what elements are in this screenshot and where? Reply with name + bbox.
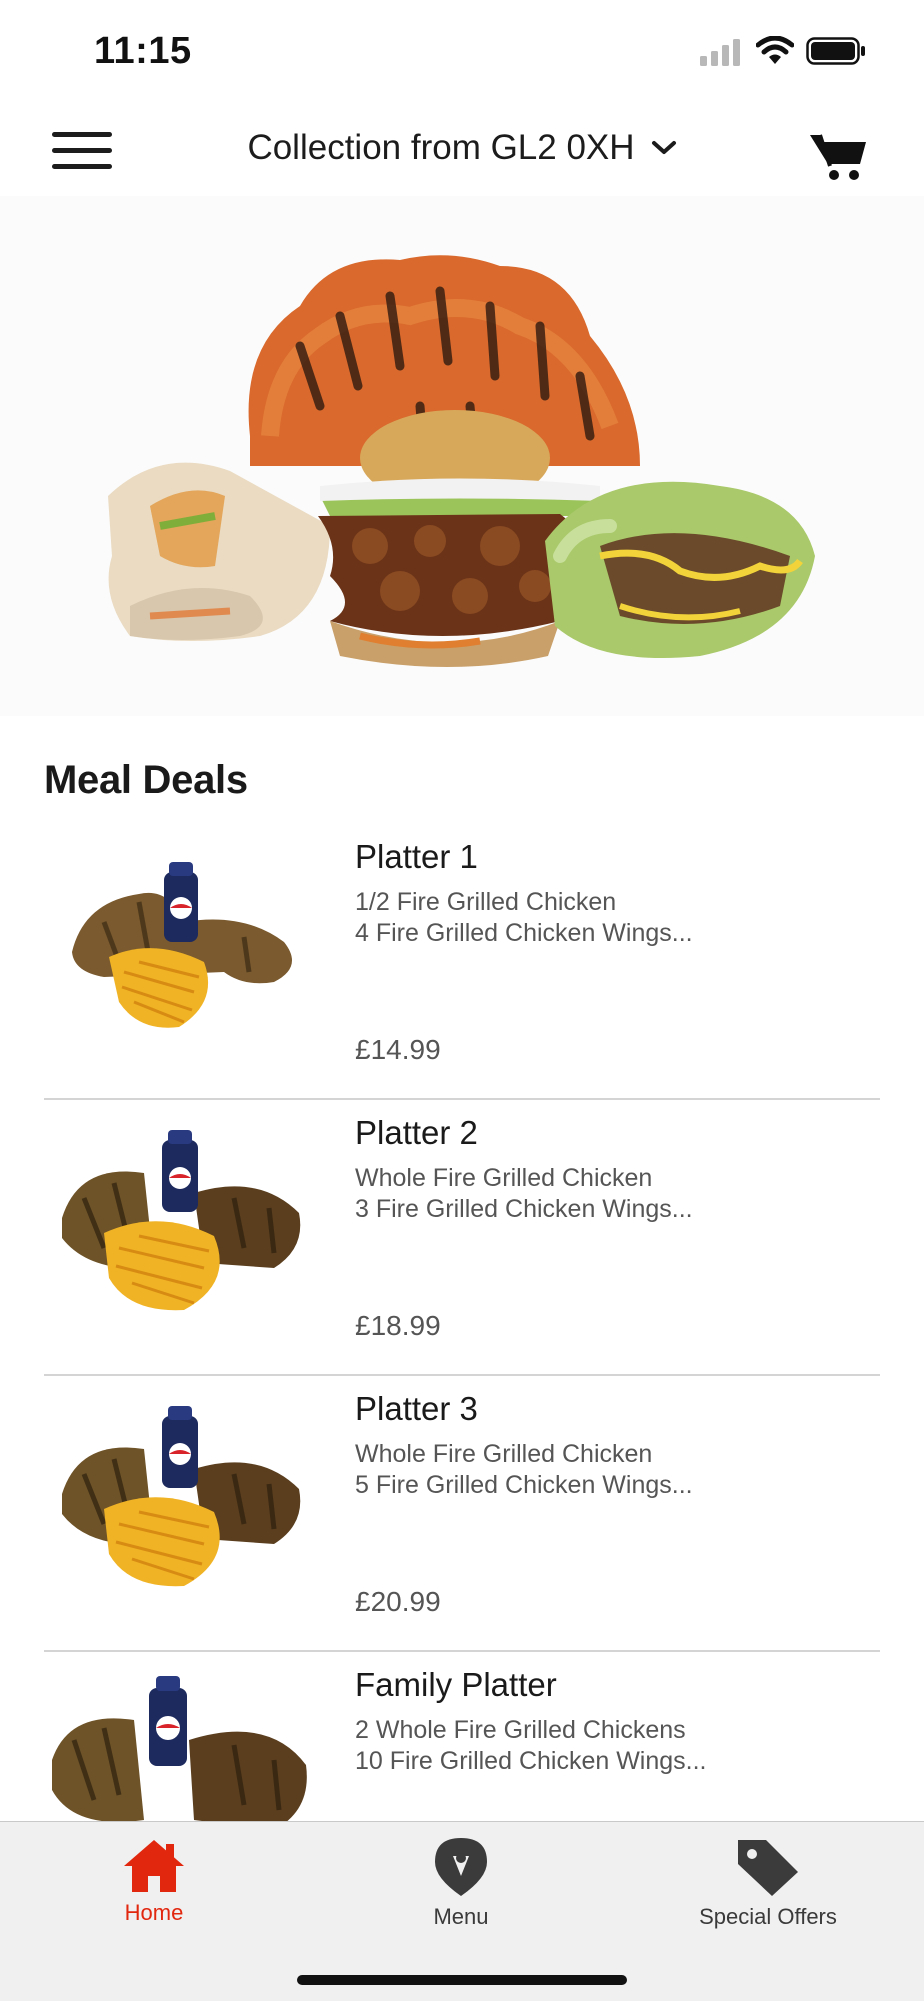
tab-home-label: Home <box>124 1900 184 1925</box>
cellular-signal-icon <box>700 39 740 66</box>
item-price: £20.99 <box>355 1586 441 1617</box>
tab-special-offers[interactable]: Special Offers <box>668 1836 868 1946</box>
status-bar: 11:15 <box>0 0 924 100</box>
tag-icon <box>738 1840 798 1896</box>
home-indicator <box>297 1975 627 1985</box>
location-pin-icon <box>435 1838 487 1896</box>
meal-deal-item-platter-2[interactable]: Platter 2 Whole Fire Grilled Chicken 3 F… <box>44 1100 880 1376</box>
item-description-line-2: 3 Fire Grilled Chicken Wings... <box>355 1195 693 1223</box>
item-description: 2 Whole Fire Grilled Chickens 10 Fire Gr… <box>355 1715 707 1777</box>
platter-1-image <box>72 862 292 1028</box>
collection-location-selector[interactable]: Collection from GL2 0XH <box>0 100 924 196</box>
item-description-line-2: 5 Fire Grilled Chicken Wings... <box>355 1471 693 1499</box>
item-description-line-1: 1/2 Fire Grilled Chicken <box>355 888 617 916</box>
hero-food-image <box>108 255 815 667</box>
item-title: Family Platter <box>355 1666 557 1703</box>
item-description-line-1: Whole Fire Grilled Chicken <box>355 1440 653 1468</box>
platter-2-image <box>62 1130 301 1311</box>
tab-home[interactable]: Home <box>54 1836 254 1946</box>
item-price: £18.99 <box>355 1310 441 1341</box>
item-description-line-2: 4 Fire Grilled Chicken Wings... <box>355 919 693 947</box>
collection-location-label: Collection from GL2 0XH <box>247 128 635 167</box>
item-description-line-1: 2 Whole Fire Grilled Chickens <box>355 1716 686 1744</box>
meal-deal-item-platter-3[interactable]: Platter 3 Whole Fire Grilled Chicken 5 F… <box>44 1376 880 1652</box>
item-price: £14.99 <box>355 1034 441 1065</box>
home-icon <box>124 1840 184 1892</box>
item-description: Whole Fire Grilled Chicken 3 Fire Grille… <box>355 1163 693 1225</box>
section-title-meal-deals: Meal Deals <box>44 758 248 802</box>
item-description-line-2: 10 Fire Grilled Chicken Wings... <box>355 1747 707 1775</box>
tab-menu-label: Menu <box>433 1904 489 1929</box>
cart-icon[interactable] <box>810 130 868 182</box>
bottom-tab-bar: Home Menu Special Offers <box>0 1821 924 2001</box>
item-description-line-1: Whole Fire Grilled Chicken <box>355 1164 653 1192</box>
item-description: 1/2 Fire Grilled Chicken 4 Fire Grilled … <box>355 887 693 949</box>
app-header: Collection from GL2 0XH <box>0 100 924 196</box>
battery-icon <box>806 37 865 65</box>
hero-food-banner <box>0 196 924 716</box>
item-title: Platter 2 <box>355 1114 478 1151</box>
meal-deals-list: Platter 1 1/2 Fire Grilled Chicken 4 Fir… <box>0 824 924 1928</box>
item-title: Platter 3 <box>355 1390 478 1427</box>
platter-3-image <box>62 1406 301 1587</box>
tab-special-offers-label: Special Offers <box>699 1904 837 1929</box>
tab-menu[interactable]: Menu <box>361 1836 561 1946</box>
item-description: Whole Fire Grilled Chicken 5 Fire Grille… <box>355 1439 693 1501</box>
meal-deal-item-platter-1[interactable]: Platter 1 1/2 Fire Grilled Chicken 4 Fir… <box>44 824 880 1100</box>
chevron-down-icon <box>651 141 676 154</box>
status-time: 11:15 <box>94 30 192 72</box>
wifi-icon <box>756 36 794 64</box>
item-title: Platter 1 <box>355 838 478 875</box>
